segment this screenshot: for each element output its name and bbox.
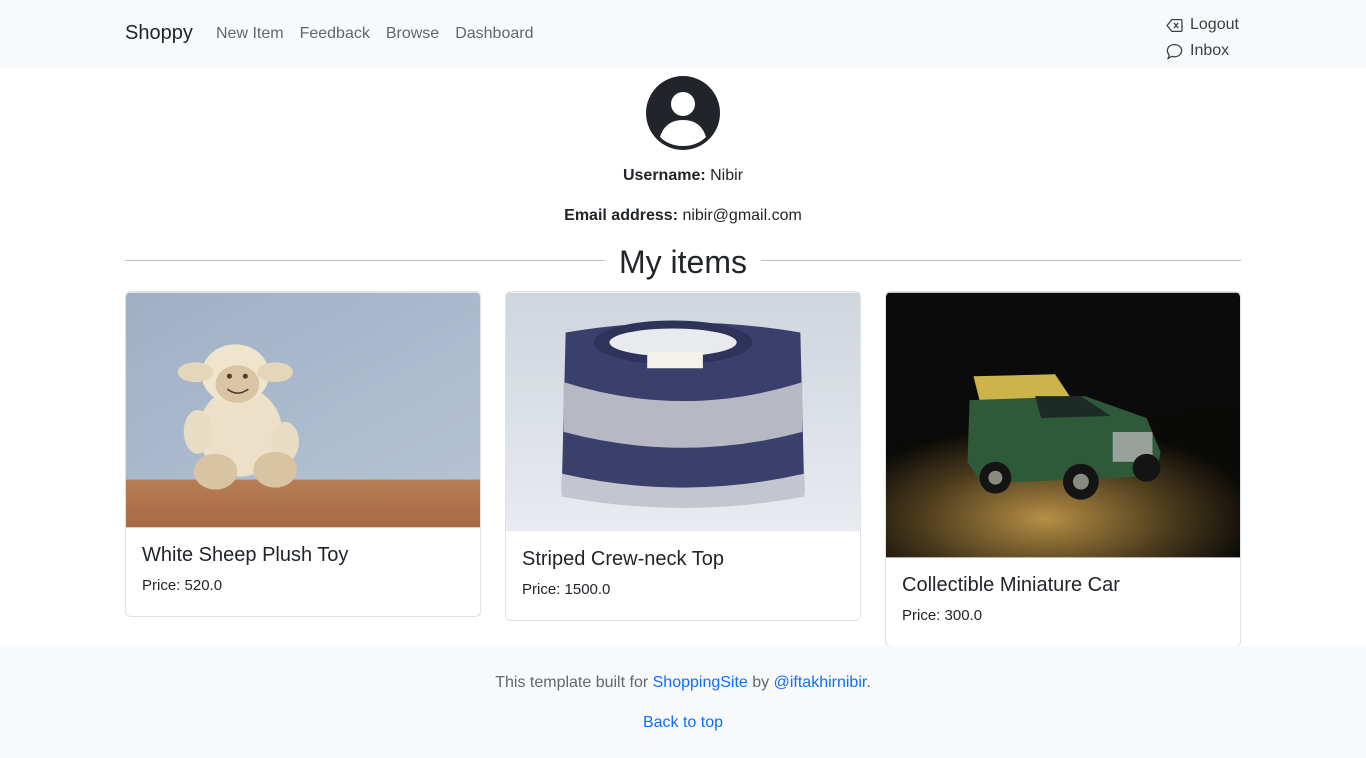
username-value: Nibir bbox=[710, 167, 744, 184]
username-line: Username: Nibir bbox=[0, 167, 1366, 185]
backspace-icon bbox=[1166, 18, 1183, 32]
chat-icon bbox=[1166, 43, 1183, 60]
nav-browse[interactable]: Browse bbox=[386, 25, 439, 43]
email-label: Email address: bbox=[564, 207, 678, 224]
back-to-top-line: Back to top bbox=[0, 714, 1366, 732]
footer-prefix: This template built for bbox=[495, 674, 653, 691]
inbox-link[interactable]: Inbox bbox=[1166, 38, 1239, 64]
item-card[interactable]: White Sheep Plush Toy Price: 520.0 bbox=[125, 291, 481, 617]
plush-sheep-photo bbox=[126, 292, 480, 528]
toy-car-photo bbox=[886, 292, 1240, 558]
username-label: Username: bbox=[622, 167, 706, 184]
nav-feedback[interactable]: Feedback bbox=[300, 25, 370, 43]
item-card[interactable]: Collectible Miniature Car Price: 300.0 bbox=[885, 291, 1241, 647]
card-body: Collectible Miniature Car Price: 300.0 bbox=[886, 558, 1240, 646]
inbox-label: Inbox bbox=[1190, 42, 1230, 59]
navbar: Shoppy New Item Feedback Browse Dashboar… bbox=[0, 0, 1366, 68]
item-price: Price: 1500.0 bbox=[522, 581, 611, 598]
footer-by: by bbox=[747, 674, 774, 691]
footer-credits: This template built for ShoppingSite by … bbox=[0, 674, 1366, 692]
item-card[interactable]: Striped Crew-neck Top Price: 1500.0 bbox=[505, 291, 861, 621]
footer-suffix: . bbox=[866, 674, 871, 691]
logout-label: Logout bbox=[1190, 16, 1239, 33]
striped-sweater-photo bbox=[506, 292, 860, 532]
nav-links: New Item Feedback Browse Dashboard bbox=[216, 25, 533, 43]
item-title: Collectible Miniature Car bbox=[902, 574, 1120, 596]
nav-dashboard[interactable]: Dashboard bbox=[455, 25, 533, 43]
shoppingsite-link[interactable]: ShoppingSite bbox=[653, 674, 748, 691]
item-title: White Sheep Plush Toy bbox=[142, 544, 349, 566]
email-value: nibir@gmail.com bbox=[682, 207, 802, 224]
my-items-heading: My items bbox=[125, 244, 1241, 280]
card-body: Striped Crew-neck Top Price: 1500.0 bbox=[506, 532, 860, 620]
person-circle-icon bbox=[646, 76, 720, 150]
email-line: Email address: nibir@gmail.com bbox=[0, 207, 1366, 225]
item-title: Striped Crew-neck Top bbox=[522, 548, 724, 570]
logout-link[interactable]: Logout bbox=[1166, 12, 1239, 38]
item-price: Price: 520.0 bbox=[142, 577, 223, 594]
author-link[interactable]: @iftakhirnibir bbox=[774, 674, 867, 691]
back-to-top-link[interactable]: Back to top bbox=[643, 714, 723, 731]
section-title: My items bbox=[619, 244, 747, 280]
footer: This template built for ShoppingSite by … bbox=[0, 646, 1366, 758]
card-body: White Sheep Plush Toy Price: 520.0 bbox=[126, 528, 480, 616]
brand-link[interactable]: Shoppy bbox=[125, 22, 193, 45]
nav-right: Logout Inbox bbox=[1166, 12, 1239, 64]
nav-new-item[interactable]: New Item bbox=[216, 25, 284, 43]
item-price: Price: 300.0 bbox=[902, 607, 983, 624]
